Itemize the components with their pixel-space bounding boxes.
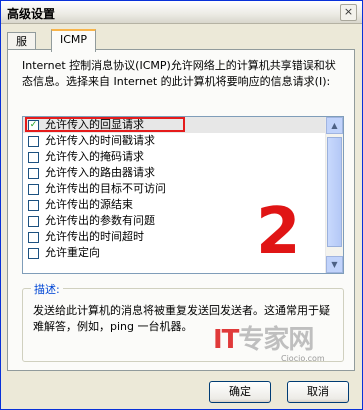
scroll-up-icon[interactable]: ▲ xyxy=(326,117,343,134)
close-button[interactable]: × xyxy=(340,4,357,21)
list-item-label: 允许传入的路由器请求 xyxy=(45,166,155,179)
list-item-label: 允许传出的参数有问题 xyxy=(45,214,155,227)
tab-services[interactable]: 服务 xyxy=(7,32,36,65)
checkbox[interactable] xyxy=(28,248,39,259)
scroll-down-icon[interactable]: ▼ xyxy=(326,256,343,273)
checkbox[interactable] xyxy=(28,152,39,163)
ok-button[interactable]: 确定 xyxy=(209,381,271,403)
checkbox[interactable] xyxy=(28,136,39,147)
title-bar: 高级设置 × xyxy=(1,1,362,24)
list-item[interactable]: 允许传入的掩码请求 xyxy=(23,149,325,165)
window-title: 高级设置 xyxy=(7,7,56,21)
list-item-echo-request[interactable]: ✓ 允许传入的回显请求 xyxy=(23,117,325,133)
list-item[interactable]: 允许传入的路由器请求 xyxy=(23,165,325,181)
checkbox[interactable] xyxy=(28,216,39,227)
checkbox[interactable] xyxy=(28,168,39,179)
list-item[interactable]: 允许传入的时间戳请求 xyxy=(23,133,325,149)
list-item-label: 允许传入的回显请求 xyxy=(45,118,144,131)
description-label: 描述: xyxy=(31,281,63,297)
list-item-label: 允许重定向 xyxy=(45,246,100,259)
checkbox[interactable] xyxy=(28,232,39,243)
checkbox-checked[interactable]: ✓ xyxy=(28,120,39,131)
intro-text: Internet 控制消息协议(ICMP)允许网络上的计算机共享错误和状态信息。… xyxy=(22,59,336,88)
list-item-label: 允许传出的目标不可访问 xyxy=(45,182,166,195)
close-icon: × xyxy=(343,5,354,18)
list-item-label: 允许传出的源结束 xyxy=(45,198,133,211)
annotation-number: 2 xyxy=(256,195,301,269)
cancel-button[interactable]: 取消 xyxy=(287,381,349,403)
list-item-label: 允许传入的掩码请求 xyxy=(45,150,144,163)
list-item-label: 允许传出的时间超时 xyxy=(45,230,144,243)
dialog-window: 高级设置 × 服务 ICMP Internet 控制消息协议(ICMP)允许网络… xyxy=(0,0,363,410)
scrollbar-thumb[interactable] xyxy=(327,137,342,247)
vertical-scrollbar[interactable]: ▲ ▼ xyxy=(325,117,343,273)
list-item-label: 允许传入的时间戳请求 xyxy=(45,134,155,147)
tab-icmp[interactable]: ICMP xyxy=(51,29,97,52)
checkbox[interactable] xyxy=(28,184,39,195)
watermark-logo: IT专家网 xyxy=(213,325,314,355)
checkbox[interactable] xyxy=(28,200,39,211)
watermark-sub: Ciocio.com xyxy=(281,354,325,363)
